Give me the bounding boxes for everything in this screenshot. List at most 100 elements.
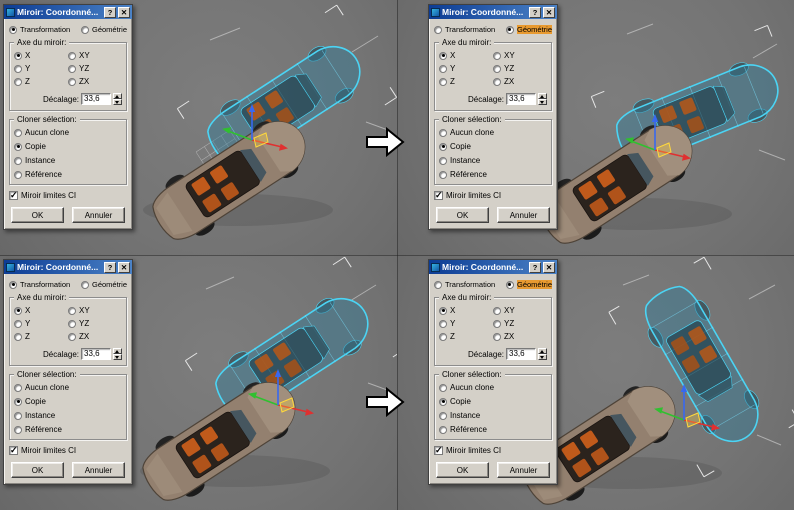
radio-circle [439, 64, 447, 73]
offset-input[interactable]: 33,6 [81, 93, 111, 105]
radio-axis-zx[interactable]: ZX [68, 332, 122, 341]
radio-axis-yz[interactable]: YZ [493, 64, 547, 73]
mirror-ik-checkbox[interactable]: Miroir limites CI [9, 445, 127, 456]
radio-circle [68, 64, 76, 73]
radio-circle [14, 51, 22, 60]
radio-axis-xy[interactable]: XY [68, 51, 122, 60]
radio-clone-aucun[interactable]: Aucun clone [14, 128, 122, 137]
radio-axis-x[interactable]: X [439, 51, 493, 60]
ok-button[interactable]: OK [11, 207, 64, 223]
spinner-down-icon[interactable] [538, 354, 547, 360]
radio-geometrie[interactable]: Géométrie [80, 25, 127, 34]
radio-transformation[interactable]: Transformation [434, 280, 495, 289]
checkbox-box [9, 445, 18, 456]
ok-button[interactable]: OK [436, 207, 489, 223]
mirror-ik-checkbox[interactable]: Miroir limites CI [434, 190, 552, 201]
dialog-titlebar[interactable]: Miroir: Coordonné... ? ✕ [4, 260, 132, 274]
help-button[interactable]: ? [104, 261, 116, 273]
dialog-titlebar[interactable]: Miroir: Coordonné... ? ✕ [429, 260, 557, 274]
radio-clone-copie[interactable]: Copie [14, 397, 122, 406]
radio-geometrie[interactable]: Géométrie [80, 280, 127, 289]
mirror-ik-checkbox[interactable]: Miroir limites CI [434, 445, 552, 456]
radio-transformation[interactable]: Transformation [9, 25, 70, 34]
radio-clone-copie[interactable]: Copie [14, 142, 122, 151]
radio-clone-aucun[interactable]: Aucun clone [439, 383, 547, 392]
radio-axis-z[interactable]: Z [439, 332, 493, 341]
close-button[interactable]: ✕ [118, 261, 130, 273]
radio-axis-zx[interactable]: ZX [493, 77, 547, 86]
radio-circle [68, 332, 76, 341]
dialog-titlebar[interactable]: Miroir: Coordonné... ? ✕ [429, 5, 557, 19]
cancel-button[interactable]: Annuler [72, 462, 125, 478]
radio-axis-xy[interactable]: XY [493, 51, 547, 60]
radio-transformation[interactable]: Transformation [434, 25, 495, 34]
radio-clone-reference[interactable]: Référence [439, 425, 547, 434]
offset-input[interactable]: 33,6 [506, 348, 536, 360]
mirror-ik-checkbox[interactable]: Miroir limites CI [9, 190, 127, 201]
radio-clone-copie[interactable]: Copie [439, 142, 547, 151]
radio-geometrie[interactable]: Géométrie [505, 25, 552, 34]
radio-axis-y[interactable]: Y [439, 319, 493, 328]
montage-seam-horizontal [0, 255, 794, 256]
arrow-right-icon [365, 386, 405, 422]
radio-label: Aucun clone [450, 383, 495, 392]
group-label: Cloner sélection: [439, 370, 505, 379]
radio-axis-yz[interactable]: YZ [493, 319, 547, 328]
spinner-down-icon[interactable] [538, 99, 547, 105]
radio-circle [439, 332, 447, 341]
radio-geometrie[interactable]: Géométrie [505, 280, 552, 289]
radio-clone-copie[interactable]: Copie [439, 397, 547, 406]
radio-clone-aucun[interactable]: Aucun clone [439, 128, 547, 137]
radio-axis-zx[interactable]: ZX [68, 77, 122, 86]
ok-button[interactable]: OK [11, 462, 64, 478]
radio-label: Référence [450, 425, 487, 434]
radio-axis-z[interactable]: Z [14, 332, 68, 341]
radio-transformation[interactable]: Transformation [9, 280, 70, 289]
help-button[interactable]: ? [529, 261, 541, 273]
close-button[interactable]: ✕ [543, 6, 555, 18]
cancel-button[interactable]: Annuler [497, 462, 550, 478]
offset-input[interactable]: 33,6 [506, 93, 536, 105]
radio-circle [439, 411, 447, 420]
radio-axis-xy[interactable]: XY [68, 306, 122, 315]
radio-axis-z[interactable]: Z [14, 77, 68, 86]
cancel-button[interactable]: Annuler [497, 207, 550, 223]
ok-button[interactable]: OK [436, 462, 489, 478]
radio-label: XY [79, 306, 90, 315]
radio-clone-aucun[interactable]: Aucun clone [14, 383, 122, 392]
radio-circle [14, 425, 22, 434]
radio-axis-xy[interactable]: XY [493, 306, 547, 315]
radio-axis-z[interactable]: Z [439, 77, 493, 86]
radio-clone-reference[interactable]: Référence [14, 170, 122, 179]
radio-circle [439, 397, 447, 406]
radio-axis-y[interactable]: Y [14, 319, 68, 328]
radio-circle [439, 306, 447, 315]
radio-circle [80, 25, 89, 34]
help-button[interactable]: ? [104, 6, 116, 18]
group-label: Cloner sélection: [14, 115, 80, 124]
spinner-down-icon[interactable] [113, 99, 122, 105]
radio-clone-instance[interactable]: Instance [439, 156, 547, 165]
radio-axis-x[interactable]: X [439, 306, 493, 315]
offset-spinner [113, 348, 122, 360]
offset-input[interactable]: 33,6 [81, 348, 111, 360]
close-button[interactable]: ✕ [118, 6, 130, 18]
radio-axis-zx[interactable]: ZX [493, 332, 547, 341]
radio-axis-y[interactable]: Y [439, 64, 493, 73]
group-label: Cloner sélection: [14, 370, 80, 379]
radio-axis-x[interactable]: X [14, 306, 68, 315]
spinner-down-icon[interactable] [113, 354, 122, 360]
radio-axis-x[interactable]: X [14, 51, 68, 60]
close-button[interactable]: ✕ [543, 261, 555, 273]
radio-axis-y[interactable]: Y [14, 64, 68, 73]
dialog-titlebar[interactable]: Miroir: Coordonné... ? ✕ [4, 5, 132, 19]
radio-clone-instance[interactable]: Instance [14, 411, 122, 420]
help-button[interactable]: ? [529, 6, 541, 18]
radio-axis-yz[interactable]: YZ [68, 64, 122, 73]
radio-clone-instance[interactable]: Instance [14, 156, 122, 165]
radio-clone-reference[interactable]: Référence [439, 170, 547, 179]
radio-clone-reference[interactable]: Référence [14, 425, 122, 434]
radio-axis-yz[interactable]: YZ [68, 319, 122, 328]
radio-clone-instance[interactable]: Instance [439, 411, 547, 420]
cancel-button[interactable]: Annuler [72, 207, 125, 223]
